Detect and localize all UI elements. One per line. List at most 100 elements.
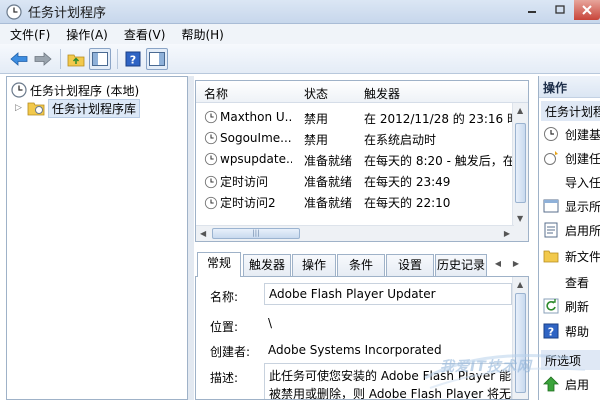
toolbar: ? [0,44,600,74]
action-pane-icon [149,51,165,66]
actions-section-library[interactable]: 任务计划程序库 [541,101,600,121]
action-label: 启用所有任务历史记录 [565,223,600,238]
task-clock-icon [204,131,218,145]
back-button[interactable] [8,48,30,70]
close-button[interactable] [574,0,600,20]
tab-actions[interactable]: 操作 [292,254,336,276]
scroll-up-icon[interactable]: ▲ [517,280,523,289]
refresh-icon [543,298,559,314]
menu-file[interactable]: 文件(F) [10,26,50,43]
tree-root[interactable]: 任务计划程序 (本地) [11,81,139,99]
action-enable[interactable]: 启用 [543,374,589,394]
action-help[interactable]: ? 帮助 [543,321,589,341]
task-trigger: 在每天的 22:10 [364,196,451,210]
console-tree: 任务计划程序 (本地) ▷ 任务计划程序库 [6,76,188,400]
action-label: 导入任务 [565,175,600,190]
maximize-icon [555,5,565,14]
detail-tabs: 常规 触发器 操作 条件 设置 历史记录 ◀ ▶ [195,252,529,277]
actions-section-selected[interactable]: 所选项 [541,350,600,370]
clock-app-icon [6,3,22,20]
window-title: 任务计划程序 [28,6,107,21]
description-field[interactable]: 此任务可使您安装的 Adobe Flash Player 能 被禁用或删除，则 … [264,363,512,400]
scroll-thumb[interactable]: ||| [212,228,300,239]
task-trigger: 在每天的 23:49 [364,175,451,189]
location-label: 位置: [210,320,239,334]
task-row[interactable]: SogouIme... 禁用 在系统启动时 [196,128,514,149]
tab-scroll-right-icon[interactable]: ▶ [509,256,523,272]
forward-button[interactable] [32,48,54,70]
action-view[interactable]: 查看 [543,272,589,292]
forward-arrow-icon [34,51,52,66]
action-label: 查看 [565,275,590,290]
menu-view[interactable]: 查看(V) [124,26,166,43]
task-row[interactable]: Maxthon U... 禁用 在 2012/11/28 的 23:16 时 [196,107,514,128]
show-hide-tree-button[interactable] [89,47,111,70]
scroll-right-icon[interactable]: ▶ [504,229,510,238]
task-list-header: 名称 状态 触发器 [196,81,528,103]
details-vertical-scrollbar[interactable]: ▲ [512,277,528,399]
scroll-thumb[interactable] [515,293,526,393]
task-list-horizontal-scrollbar[interactable]: ◀ ||| ▶ [196,225,514,241]
tab-history[interactable]: 历史记录 [435,254,487,276]
description-line: 此任务可使您安装的 Adobe Flash Player 能 [269,369,512,383]
toolbar-separator [117,48,118,69]
help-button[interactable]: ? [122,48,144,70]
action-new-folder[interactable]: 新文件夹 [543,246,600,266]
task-status: 准备就绪 [304,196,353,210]
pane-splitter[interactable] [188,76,194,400]
action-create-task[interactable]: 创建任务 [543,148,600,168]
task-row[interactable]: 定时访问 准备就绪 在每天的 23:49 [196,170,514,191]
column-status[interactable]: 状态 [304,85,328,102]
expand-arrow-icon[interactable]: ▷ [15,103,27,113]
column-name[interactable]: 名称 [204,85,228,102]
tab-general[interactable]: 常规 [197,252,241,277]
task-trigger: 在 2012/11/28 的 23:16 时 [364,112,512,126]
folder-up-icon [67,54,85,66]
task-row[interactable]: 定时访问2 准备就绪 在每天的 22:10 [196,191,514,212]
column-trigger[interactable]: 触发器 [364,85,400,102]
actions-header: 操作 [539,76,600,98]
task-list-vertical-scrollbar[interactable]: ▲ ▼ [512,103,528,241]
up-folder-button[interactable] [65,48,87,70]
tab-triggers[interactable]: 触发器 [243,254,291,276]
tree-root-label: 任务计划程序 (本地) [30,83,140,98]
menu-action[interactable]: 操作(A) [66,26,108,43]
action-refresh[interactable]: 刷新 [543,296,589,316]
scroll-thumb[interactable] [515,123,526,203]
name-field[interactable]: Adobe Flash Player Updater [264,283,512,305]
toolbar-separator [60,48,61,69]
task-name: SogouIme... [220,131,292,145]
scroll-down-icon[interactable]: ▼ [517,214,523,223]
menu-help[interactable]: 帮助(H) [181,26,223,43]
author-label: 创建者: [210,345,251,359]
minimize-button[interactable] [518,0,546,20]
task-name: wpsupdate... [220,152,292,166]
actions-pane: 操作 任务计划程序库 创建基本任务 创建任务 导入任务 显示所有正在运行的任务 … [538,76,600,400]
task-row[interactable]: wpsupdate... 准备就绪 在每天的 8:20 - 触发后，在 [196,149,514,170]
minimize-icon [528,11,536,13]
maximize-button[interactable] [546,0,574,20]
task-trigger: 在每天的 8:20 - 触发后，在 [364,154,512,168]
tab-scroll-left-icon[interactable]: ◀ [491,256,505,272]
tree-item-library[interactable]: ▷ 任务计划程序库 [15,98,141,118]
action-import-task[interactable]: 导入任务 [543,172,600,192]
description-line: 被禁用或删除，则 Adobe Flash Player 将无 [269,387,512,400]
help-icon: ? [543,323,559,339]
task-trigger: 在系统启动时 [364,133,437,147]
task-status: 禁用 [304,133,329,147]
tab-conditions[interactable]: 条件 [337,254,385,276]
scroll-left-icon[interactable]: ◀ [200,229,206,238]
tab-settings[interactable]: 设置 [386,254,434,276]
action-label: 新文件夹 [565,249,600,264]
action-label: 显示所有正在运行的任务 [565,199,600,214]
action-display-running[interactable]: 显示所有正在运行的任务 [543,196,600,216]
folder-clock-icon [27,102,45,116]
svg-text:?: ? [548,326,554,339]
task-status: 禁用 [304,112,329,126]
scroll-up-icon[interactable]: ▲ [517,106,523,115]
show-hide-action-pane-button[interactable] [146,47,168,70]
menu-bar: 文件(F) 操作(A) 查看(V) 帮助(H) [0,24,600,44]
action-enable-history[interactable]: 启用所有任务历史记录 [543,220,600,240]
basic-task-icon [544,127,558,141]
action-create-basic-task[interactable]: 创建基本任务 [543,124,600,144]
